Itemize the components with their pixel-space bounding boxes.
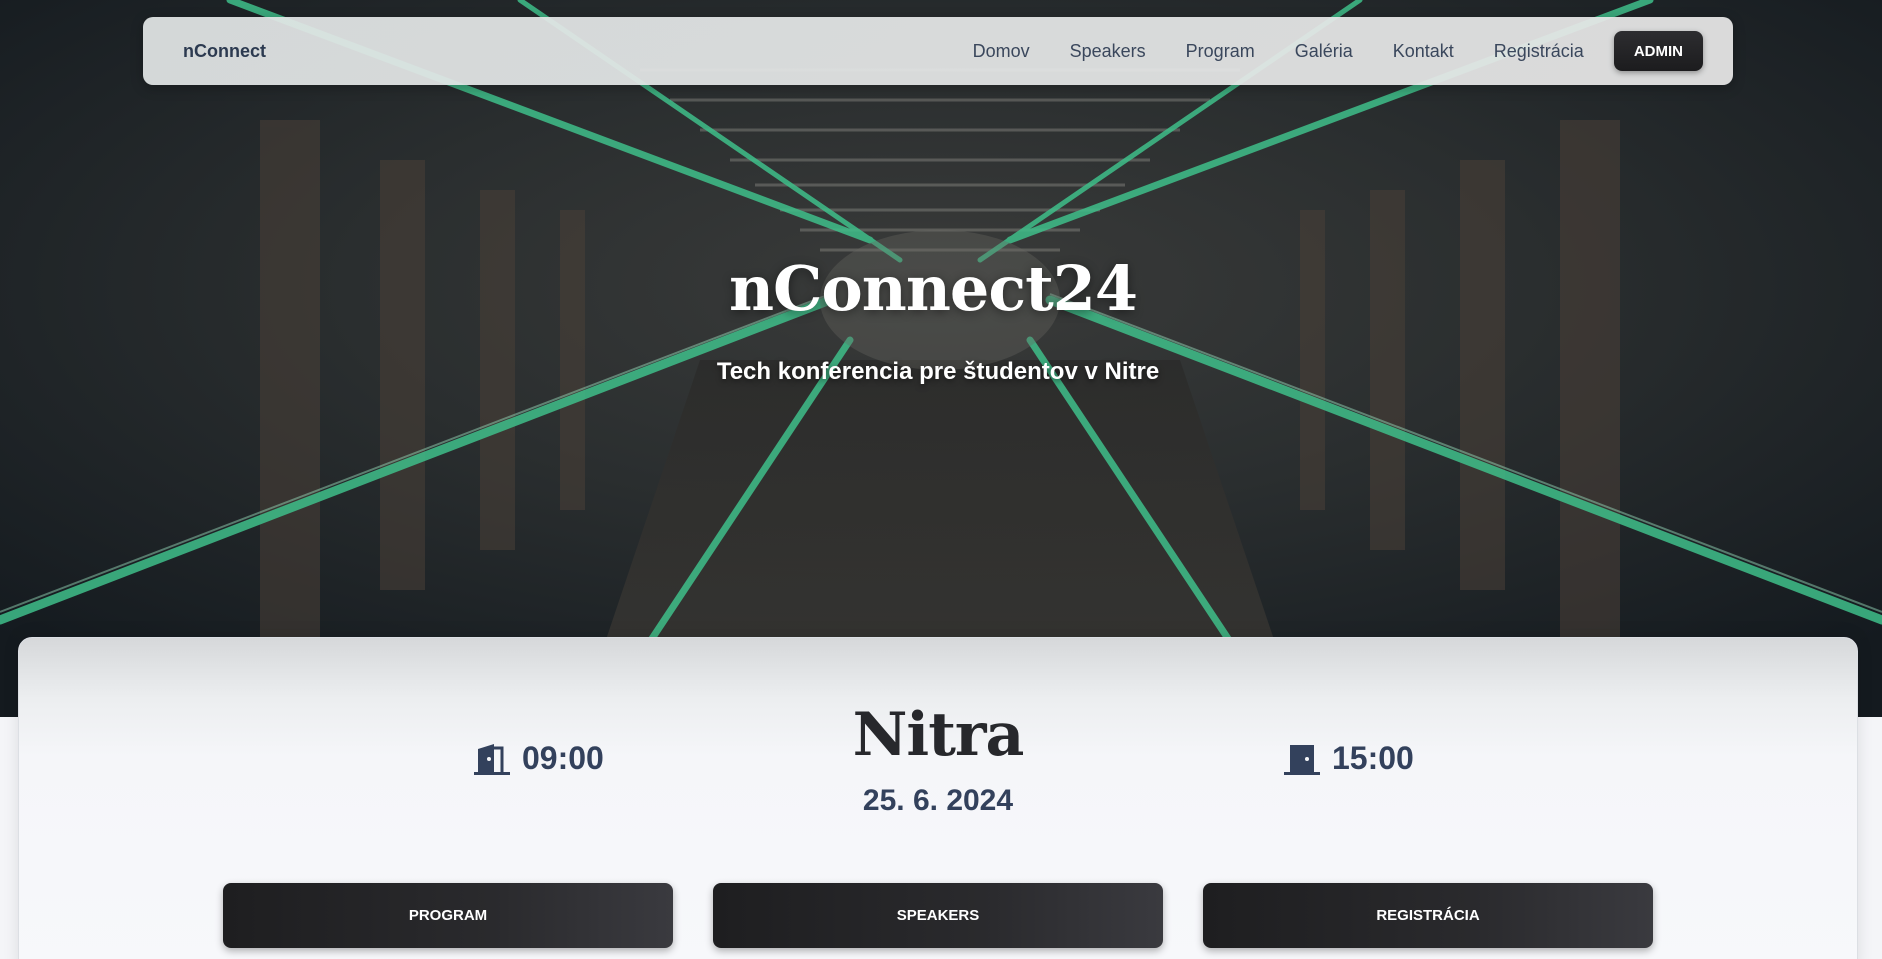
event-city: Nitra <box>852 700 1025 770</box>
hero-subtitle: Tech konferencia pre študentov v Nitre <box>716 358 1160 385</box>
nav-link-program[interactable]: Program <box>1186 41 1255 62</box>
end-time: 15:00 <box>1332 740 1414 776</box>
door-closed-icon <box>1284 744 1320 775</box>
nav-link-registracia[interactable]: Registrácia <box>1494 41 1584 62</box>
nav-link-galeria[interactable]: Galéria <box>1295 41 1353 62</box>
nav-links: Domov Speakers Program Galéria Kontakt R… <box>933 31 1703 71</box>
nav-link-speakers[interactable]: Speakers <box>1070 41 1146 62</box>
nav-link-kontakt[interactable]: Kontakt <box>1393 41 1454 62</box>
brand-link[interactable]: nConnect <box>183 41 266 62</box>
admin-button[interactable]: ADMIN <box>1613 31 1703 71</box>
event-date: 25. 6. 2024 <box>862 784 1014 817</box>
end-time-block: 15:00 <box>1282 740 1414 777</box>
hero-title: nConnect24 <box>728 252 1138 325</box>
registracia-button[interactable]: REGISTRÁCIA <box>1203 883 1653 948</box>
nav-link-domov[interactable]: Domov <box>973 41 1030 62</box>
program-button[interactable]: PROGRAM <box>223 883 673 948</box>
top-navbar: nConnect Domov Speakers Program Galéria … <box>143 17 1733 85</box>
speakers-button[interactable]: SPEAKERS <box>713 883 1163 948</box>
hero-section: nConnect24 Tech konferencia pre študento… <box>0 0 1882 717</box>
